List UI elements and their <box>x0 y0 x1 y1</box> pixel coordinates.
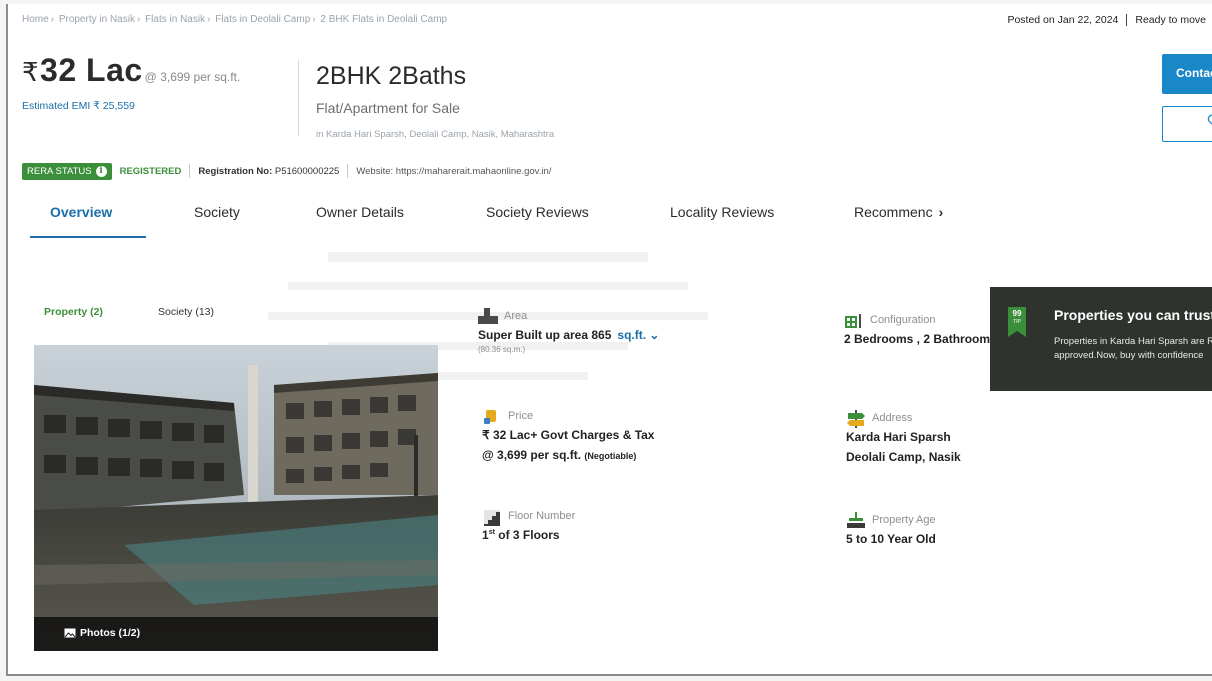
area-value: Super Built up area 865 sq.ft. ⌄ <box>478 328 659 342</box>
tip-badge-label: TIP <box>1013 319 1021 325</box>
tab-recommendations-label: Recommenc <box>854 204 933 220</box>
property-photo[interactable]: Photos (1/2) <box>34 345 438 651</box>
trust-tip-line1: Properties in Karda Hari Sparsh are RERA <box>1054 336 1212 347</box>
possession-status: Ready to move <box>1135 14 1206 26</box>
price-value: 32 Lac <box>40 52 143 88</box>
property-age-icon <box>847 512 865 528</box>
area-value-text: Super Built up area 865 <box>478 328 612 342</box>
detail-configuration: Configuration 2 Bedrooms , 2 Bathrooms <box>844 314 990 346</box>
image-icon <box>64 628 76 638</box>
breadcrumb: Home › Property in Nasik › Flats in Nasik ›… <box>22 14 447 25</box>
price-rate-text: @ 3,699 per sq.ft. <box>482 448 582 462</box>
rera-website-link[interactable]: https://maharerait.mahaonline.gov.in/ <box>396 166 552 177</box>
rera-status-badge[interactable]: RERA STATUS i <box>22 162 112 180</box>
estimated-emi-link[interactable]: Estimated EMI ₹ 25,559 <box>22 100 135 112</box>
configuration-icon <box>845 314 861 328</box>
area-unit-label: sq.ft. <box>617 328 647 342</box>
rupee-symbol: ₹ <box>22 57 40 87</box>
area-unit-dropdown[interactable]: sq.ft. ⌄ <box>617 328 659 342</box>
price-value-full: ₹ 32 Lac+ Govt Charges & Tax <box>482 428 655 442</box>
property-title: 2BHK 2Baths <box>316 62 467 90</box>
rera-divider <box>347 164 349 178</box>
breadcrumb-current[interactable]: 2 BHK Flats in Deolali Camp <box>320 14 447 25</box>
building-photo-image <box>34 345 438 651</box>
detail-area: Area Super Built up area 865 sq.ft. ⌄ (80… <box>478 308 659 354</box>
area-sqm: (80.36 sq.m.) <box>478 345 526 354</box>
tab-owner-details[interactable]: Owner Details <box>316 204 404 220</box>
detail-price: Price ₹ 32 Lac+ Govt Charges & Tax @ 3,6… <box>482 410 654 462</box>
area-icon <box>478 308 498 324</box>
trust-tip-text: Properties in Karda Hari Sparsh are RERA… <box>1054 335 1212 363</box>
breadcrumb-separator: › <box>136 14 141 25</box>
rera-reg-label: Registration No: <box>198 165 273 177</box>
rera-divider <box>189 164 191 178</box>
contact-button[interactable]: Contact <box>1162 54 1212 94</box>
rera-website-label: Website: <box>356 165 394 177</box>
price-amount: ₹32 Lac <box>22 52 143 88</box>
heart-icon <box>1207 114 1212 125</box>
chevron-down-icon: ⌄ <box>649 328 660 342</box>
detail-address: Address Karda Hari Sparsh Deolali Camp, … <box>846 410 961 464</box>
tab-society[interactable]: Society <box>194 204 240 220</box>
rera-row: RERA STATUS i REGISTERED Registration No:… <box>22 161 551 181</box>
property-age-value: 5 to 10 Year Old <box>846 532 936 546</box>
subtab-society[interactable]: Society (13) <box>158 306 214 318</box>
breadcrumb-home-link[interactable]: Home <box>22 14 49 25</box>
configuration-label: Configuration <box>870 314 936 326</box>
rera-website: Website: https://maharerait.mahaonline.g… <box>356 166 551 177</box>
floor-total: of 3 Floors <box>494 528 560 542</box>
subtab-property[interactable]: Property (2) <box>44 306 103 318</box>
breadcrumb-flats-link[interactable]: Flats in Nasik <box>145 14 205 25</box>
area-label: Area <box>504 310 528 322</box>
section-tabs: Overview Society Owner Details Society R… <box>24 194 984 240</box>
breadcrumb-property-link[interactable]: Property in Nasik <box>59 14 135 25</box>
tab-overview[interactable]: Overview <box>50 204 112 220</box>
active-tab-indicator <box>30 236 146 238</box>
floor-icon <box>484 510 500 526</box>
signpost-icon <box>847 410 865 428</box>
price-negotiable: (Negotiable) <box>584 451 637 461</box>
tip-badge-number: 99 <box>1012 309 1022 318</box>
photos-count-button[interactable]: Photos (1/2) <box>34 617 438 651</box>
tab-locality-reviews[interactable]: Locality Reviews <box>670 204 774 220</box>
floor-value: 1st of 3 Floors <box>482 528 575 542</box>
shortlist-button[interactable] <box>1162 106 1212 142</box>
price-per-sqft: @ 3,699 per sq.ft. <box>144 70 241 84</box>
breadcrumb-separator: › <box>50 14 55 25</box>
breadcrumb-locality-link[interactable]: Flats in Deolali Camp <box>215 14 310 25</box>
detail-property-age: Property Age 5 to 10 Year Old <box>846 512 936 546</box>
address-line1: Karda Hari Sparsh <box>846 430 951 444</box>
detail-floor: Floor Number 1st of 3 Floors <box>482 510 575 542</box>
trust-tip-banner[interactable]: 99 TIP Properties you can trust Properti… <box>990 287 1212 391</box>
address-line2: Deolali Camp, Nasik <box>846 450 961 464</box>
price-label: Price <box>508 410 534 422</box>
floor-number: 1 <box>482 528 489 542</box>
chevron-right-icon[interactable]: › <box>939 204 944 220</box>
posted-info: Posted on Jan 22, 2024 Ready to move <box>1007 14 1206 27</box>
tab-recommendations[interactable]: Recommenc › <box>854 204 943 220</box>
configuration-value: 2 Bedrooms , 2 Bathrooms <box>844 332 990 346</box>
price-block: ₹32 Lac @ 3,699 per sq.ft. <box>22 52 240 89</box>
info-icon[interactable]: i <box>95 165 107 177</box>
posted-divider <box>1126 14 1128 27</box>
header-divider <box>298 60 299 136</box>
photos-count-label: Photos (1/2) <box>80 627 141 639</box>
rera-registered: REGISTERED <box>119 165 182 177</box>
tab-society-reviews[interactable]: Society Reviews <box>486 204 589 220</box>
price-tag-icon <box>484 410 496 424</box>
property-subtitle: Flat/Apartment for Sale <box>316 100 460 116</box>
price-rate: @ 3,699 per sq.ft. (Negotiable) <box>482 448 654 462</box>
breadcrumb-separator: › <box>207 14 211 25</box>
trust-tip-title: Properties you can trust <box>1054 307 1212 323</box>
property-location: in Karda Hari Sparsh, Deolali Camp, Nasi… <box>316 129 555 140</box>
rera-status-label: RERA STATUS <box>27 165 92 177</box>
rera-registration: Registration No: P51600000225 <box>198 166 339 177</box>
posted-date: Posted on Jan 22, 2024 <box>1007 14 1119 26</box>
page-frame: Home › Property in Nasik › Flats in Nasik ›… <box>6 4 1212 676</box>
trust-tip-line2: approved.Now, buy with confidence <box>1054 350 1204 361</box>
rera-reg-number: P51600000225 <box>274 165 340 177</box>
breadcrumb-separator: › <box>312 14 316 25</box>
